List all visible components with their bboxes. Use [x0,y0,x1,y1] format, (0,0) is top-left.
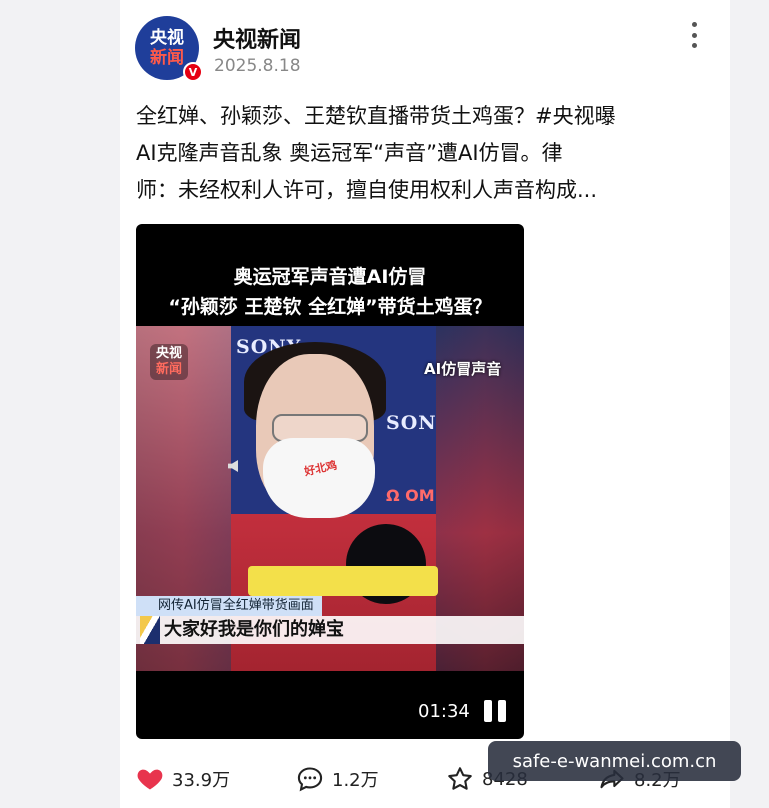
post-text-line: AI克隆声音乱象 奥运冠军“声音”遭AI仿冒。律 [136,141,563,165]
post-text[interactable]: 全红婵、孙颖莎、王楚钦直播带货土鸡蛋？#央视曝 AI克隆声音乱象 奥运冠军“声音… [136,98,696,209]
video-title-line: 奥运冠军声音遭AI仿冒 [233,266,427,288]
caption-decoration [140,616,160,644]
more-options-icon[interactable] [690,22,698,48]
account-name[interactable]: 央视新闻 [213,22,301,54]
like-button[interactable]: 33.9万 [136,765,230,793]
avatar-text-bottom: 新闻 [150,48,184,68]
comment-count: 1.2万 [332,770,379,791]
post-date: 2025.8.18 [214,56,301,76]
logo-text-top: 央视 [155,346,182,361]
comment-icon [297,767,323,792]
lower-third-bar [248,566,438,596]
site-watermark: safe-e-wanmei.com.cn [488,741,741,781]
caption-label: 网传AI仿冒全红婵带货画面 [136,596,322,616]
sponsor-logo: SON [386,412,437,434]
avatar-text-top: 央视 [150,28,184,48]
heart-icon [137,769,163,790]
video-duration: 01:34 [418,701,470,722]
pause-icon[interactable] [484,700,506,722]
logo-text-bottom: 新闻 [155,362,182,377]
comment-button[interactable]: 1.2万 [296,765,379,793]
verified-badge-icon: V [183,62,203,82]
athlete-mask [263,438,375,518]
post-text-line: 师：未经权利人许可，擅自使用权利人声音构成... [136,178,598,202]
star-icon [448,767,472,790]
caption-main: 大家好我是你们的婵宝 [136,616,524,644]
cctv-logo-icon: 央视 新闻 [150,344,188,380]
video-player[interactable]: 奥运冠军声音遭AI仿冒 “孙颖莎 王楚钦 全红婵”带货土鸡蛋？ SONY SON… [136,224,524,739]
like-count: 33.9万 [172,770,231,791]
post-text-line: 全红婵、孙颖莎、王楚钦直播带货土鸡蛋？#央视曝 [136,104,616,128]
video-title-line: “孙颖莎 王楚钦 全红婵”带货土鸡蛋？ [168,296,492,318]
ai-badge: AI仿冒声音 [424,360,502,378]
sponsor-logo: Ω OM [386,486,435,505]
